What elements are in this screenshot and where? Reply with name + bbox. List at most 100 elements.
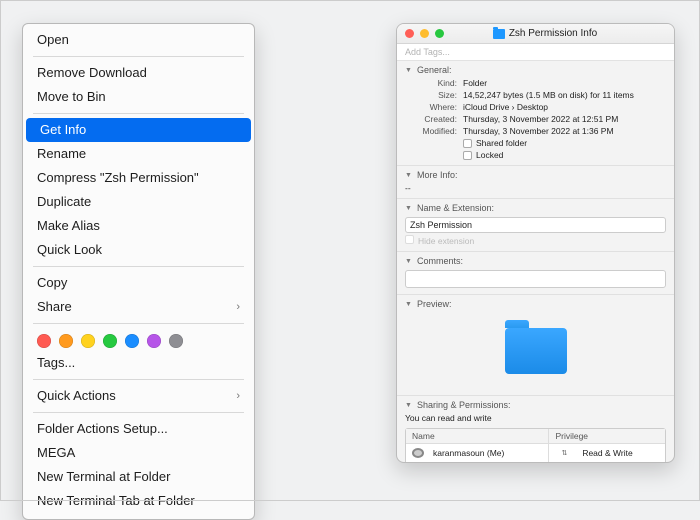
kv-key: Kind:	[405, 77, 457, 89]
menu-label: Open	[37, 31, 69, 49]
col-name: Name	[406, 429, 548, 443]
menu-label: Share	[37, 298, 72, 316]
comments-field[interactable]	[405, 270, 666, 288]
kv-value: Folder	[463, 77, 487, 89]
tag-color-row	[23, 328, 254, 351]
menu-new-terminal[interactable]: New Terminal at Folder	[23, 465, 254, 489]
section-header[interactable]: ▼ Sharing & Permissions:	[405, 398, 666, 412]
section-title: General:	[417, 65, 452, 75]
menu-label: New Terminal Tab at Folder	[37, 492, 195, 510]
title-text: Zsh Permission Info	[509, 28, 597, 39]
table-header: Name Privilege	[406, 429, 665, 444]
disclosure-triangle-icon: ▼	[405, 172, 413, 179]
section-title: More Info:	[417, 170, 458, 180]
section-title: Preview:	[417, 299, 452, 309]
kv-value: iCloud Drive › Desktop	[463, 101, 548, 113]
tag-color-gray[interactable]	[169, 334, 183, 348]
disclosure-triangle-icon: ▼	[405, 402, 413, 409]
menu-folder-actions[interactable]: Folder Actions Setup...	[23, 417, 254, 441]
menu-separator	[33, 113, 244, 114]
tag-color-red[interactable]	[37, 334, 51, 348]
menu-new-terminal-tab[interactable]: New Terminal Tab at Folder	[23, 489, 254, 513]
kv-value: Thursday, 3 November 2022 at 1:36 PM	[463, 125, 614, 137]
section-preview: ▼ Preview:	[397, 295, 674, 396]
shared-folder-checkbox[interactable]	[463, 139, 472, 148]
section-header[interactable]: ▼ More Info:	[405, 168, 666, 182]
chevron-right-icon: ›	[236, 387, 240, 405]
tag-color-green[interactable]	[103, 334, 117, 348]
menu-separator	[33, 323, 244, 324]
perm-name: karanmasoun (Me)	[427, 446, 510, 460]
preview-area	[405, 311, 666, 391]
name-extension-field[interactable]: Zsh Permission	[405, 217, 666, 233]
menu-separator	[33, 412, 244, 413]
kv-key: Size:	[405, 89, 457, 101]
hide-extension-checkbox	[405, 235, 414, 244]
menu-tags[interactable]: Tags...	[23, 351, 254, 375]
tag-color-blue[interactable]	[125, 334, 139, 348]
col-privilege: Privilege	[548, 429, 665, 443]
titlebar[interactable]: Zsh Permission Info	[397, 24, 674, 44]
menu-separator	[33, 379, 244, 380]
menu-share[interactable]: Share ›	[23, 295, 254, 319]
menu-mega[interactable]: MEGA	[23, 441, 254, 465]
kv-key: Where:	[405, 101, 457, 113]
section-header[interactable]: ▼ Preview:	[405, 297, 666, 311]
kv-key: Modified:	[405, 125, 457, 137]
section-comments: ▼Comments:	[397, 252, 674, 295]
section-moreinfo: ▼ More Info: --	[397, 166, 674, 199]
section-sharing: ▼ Sharing & Permissions: You can read and…	[397, 396, 674, 463]
locked-checkbox[interactable]	[463, 151, 472, 160]
menu-label: Compress "Zsh Permission"	[37, 169, 199, 187]
section-header[interactable]: ▼General:	[405, 63, 666, 77]
menu-duplicate[interactable]: Duplicate	[23, 190, 254, 214]
section-header[interactable]: ▼Name & Extension:	[405, 201, 666, 215]
menu-label: Rename	[37, 145, 86, 163]
close-button[interactable]	[405, 29, 414, 38]
menu-label: Copy	[37, 274, 67, 292]
menu-label: Get Info	[40, 121, 86, 139]
tags-field[interactable]: Add Tags...	[397, 44, 674, 61]
menu-label: Quick Look	[37, 241, 102, 259]
permissions-caption: You can read and write	[405, 412, 666, 426]
window-title: Zsh Permission Info	[424, 28, 666, 39]
tag-color-purple[interactable]	[147, 334, 161, 348]
kv-value: 14,52,247 bytes (1.5 MB on disk) for 11 …	[463, 89, 634, 101]
info-window: Zsh Permission Info Add Tags... ▼General…	[396, 23, 675, 463]
section-header[interactable]: ▼Comments:	[405, 254, 666, 268]
menu-compress[interactable]: Compress "Zsh Permission"	[23, 166, 254, 190]
menu-label: MEGA	[37, 444, 75, 462]
tag-color-orange[interactable]	[59, 334, 73, 348]
checkbox-label: Locked	[476, 150, 503, 160]
menu-label: Move to Bin	[37, 88, 106, 106]
section-title: Name & Extension:	[417, 203, 494, 213]
permissions-table: Name Privilege karanmasoun (Me) ⇅Read & …	[405, 428, 666, 463]
updown-icon[interactable]: ⇅	[555, 447, 573, 459]
chevron-right-icon: ›	[236, 298, 240, 316]
menu-make-alias[interactable]: Make Alias	[23, 214, 254, 238]
section-name-extension: ▼Name & Extension: Zsh Permission Hide e…	[397, 199, 674, 252]
moreinfo-value: --	[405, 182, 411, 194]
context-menu: Open Remove Download Move to Bin Get Inf…	[22, 23, 255, 520]
kv-key: Created:	[405, 113, 457, 125]
menu-quick-actions[interactable]: Quick Actions›	[23, 384, 254, 408]
section-title: Comments:	[417, 256, 463, 266]
tag-color-yellow[interactable]	[81, 334, 95, 348]
menu-label: Folder Actions Setup...	[37, 420, 168, 438]
section-title: Sharing & Permissions:	[417, 400, 511, 410]
menu-separator	[33, 266, 244, 267]
table-row[interactable]: karanmasoun (Me) ⇅Read & Write	[406, 444, 665, 463]
user-icon	[412, 448, 424, 458]
section-general: ▼General: Kind: Folder Size: 14,52,247 byt…	[397, 61, 674, 166]
menu-rename[interactable]: Rename	[23, 142, 254, 166]
menu-open[interactable]: Open	[23, 28, 254, 52]
menu-separator	[33, 56, 244, 57]
menu-quick-look[interactable]: Quick Look	[23, 238, 254, 262]
menu-get-info[interactable]: Get Info	[26, 118, 251, 142]
menu-remove-download[interactable]: Remove Download	[23, 61, 254, 85]
disclosure-triangle-icon: ▼	[405, 301, 413, 308]
menu-move-to-bin[interactable]: Move to Bin	[23, 85, 254, 109]
menu-copy[interactable]: Copy	[23, 271, 254, 295]
folder-icon	[493, 29, 505, 39]
menu-label: Remove Download	[37, 64, 147, 82]
